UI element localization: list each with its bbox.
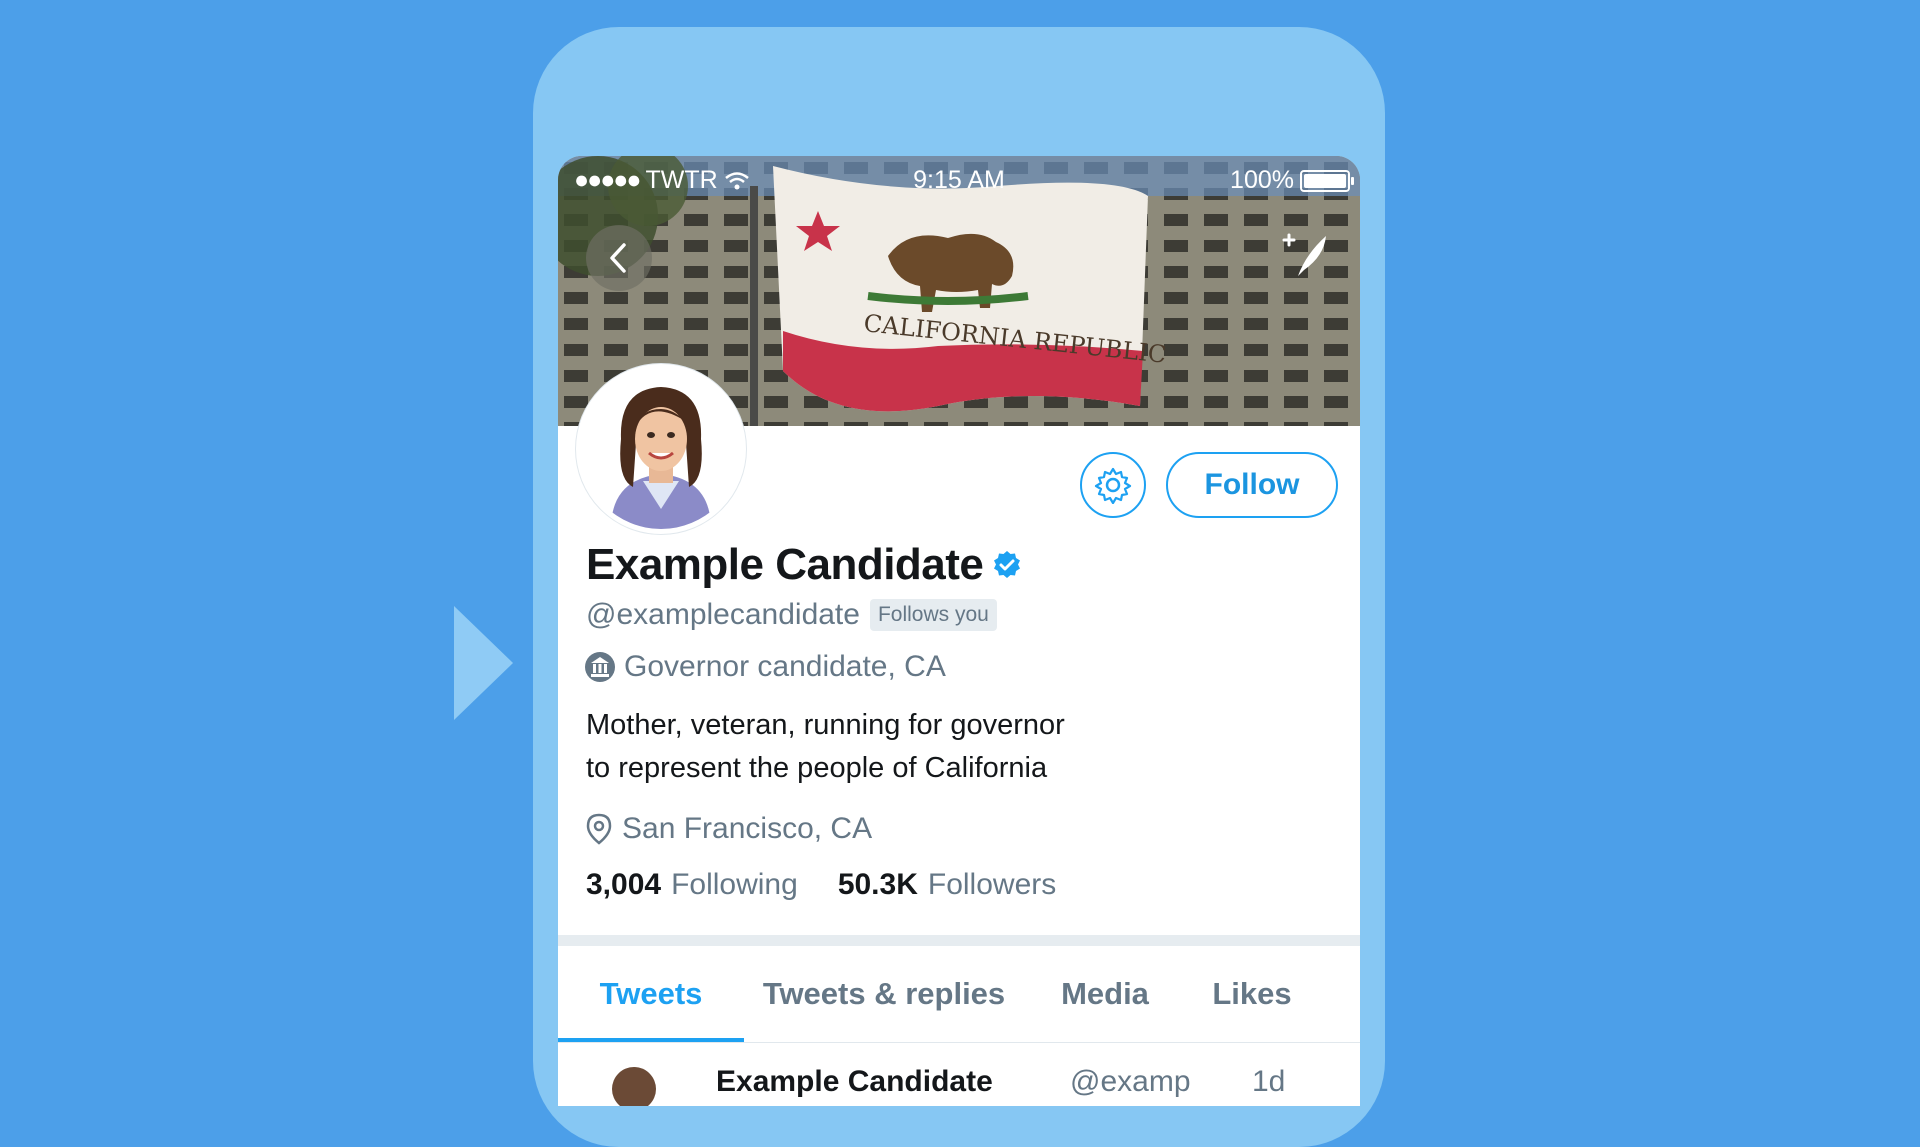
tweet-avatar [612,1067,656,1106]
status-right: 100% [1230,166,1354,195]
battery-percent: 100% [1230,166,1294,194]
tweet-preview[interactable]: Example Candidate @examp 1d [558,1043,1360,1106]
settings-button[interactable] [1080,452,1146,518]
avatar-illustration [581,369,741,529]
candidate-label-row: Governor candidate, CA [584,650,946,684]
handle-row: @examplecandidate Follows you [586,598,997,632]
tab-media[interactable]: Media [1024,946,1186,1042]
profile-screen: CALIFORNIA REPUBLIC ●●●●● TWTR 9:15 AM 1… [558,156,1360,1106]
play-arrow-icon [454,606,513,720]
tweet-timestamp: 1d [1252,1065,1286,1098]
tab-likes[interactable]: Likes [1186,946,1318,1042]
tweet-author-name: Example Candidate [716,1065,993,1098]
name-row: Example Candidate [586,540,1023,590]
status-bar: ●●●●● TWTR 9:15 AM 100% [558,156,1360,200]
bio-line-1: Mother, veteran, running for governor [586,709,1065,741]
display-name: Example Candidate [586,540,984,589]
followers-label[interactable]: Followers [928,868,1056,902]
follows-you-badge: Follows you [869,599,997,631]
location-pin-icon [586,813,612,845]
follow-stats: 3,004 Following 50.3K Followers [586,868,1056,902]
verified-badge-icon [994,551,1021,578]
section-divider [558,935,1360,946]
location-row: San Francisco, CA [586,812,872,846]
candidate-label: Governor candidate, CA [624,650,946,683]
battery-icon [1300,169,1354,192]
profile-bio: Mother, veteran, running for governor to… [586,704,1065,790]
profile-tabs: Tweets Tweets & replies Media Likes [558,946,1360,1043]
avatar[interactable] [576,364,746,534]
location-text: San Francisco, CA [622,812,873,845]
tab-tweets[interactable]: Tweets [558,946,744,1042]
following-count[interactable]: 3,004 [586,868,661,902]
gear-icon [1094,467,1132,504]
back-button[interactable] [586,225,652,291]
followers-count[interactable]: 50.3K [838,868,918,902]
government-building-icon [585,652,615,682]
following-label[interactable]: Following [671,868,798,902]
compose-feather-icon[interactable] [1278,226,1338,286]
bio-line-2: to represent the people of California [586,752,1048,784]
chevron-left-icon [610,243,626,273]
tweet-author-handle: @examp [1070,1065,1191,1098]
username-handle: @examplecandidate [586,598,860,631]
follow-button[interactable]: Follow [1166,452,1338,518]
tab-tweets-replies[interactable]: Tweets & replies [744,946,1024,1042]
